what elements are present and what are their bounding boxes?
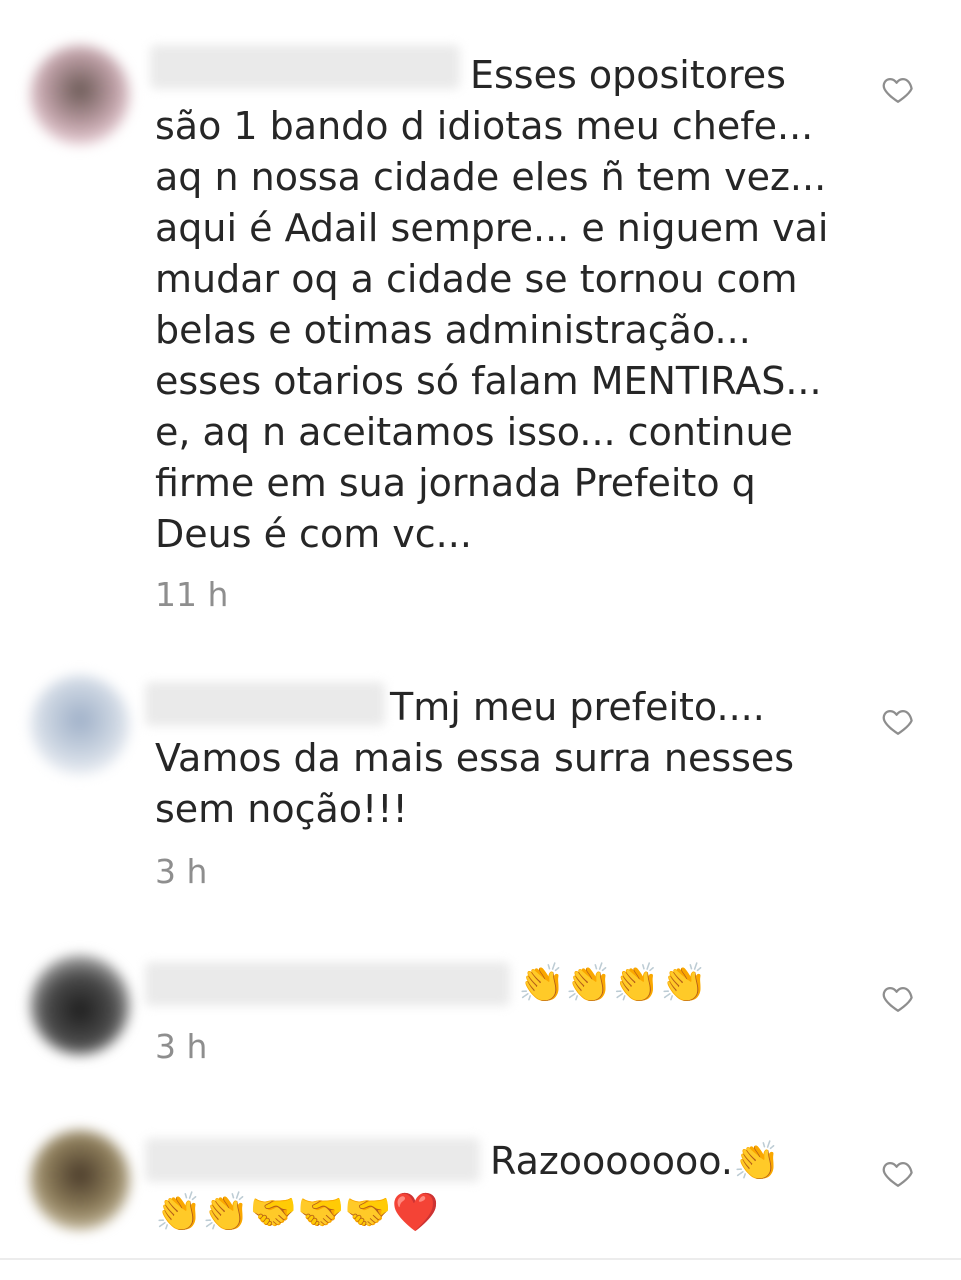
like-button[interactable] (881, 981, 915, 1015)
avatar[interactable] (30, 1130, 130, 1230)
comment-text: Razooooooo.👏👏👏🤝🤝🤝❤️ (155, 1139, 781, 1234)
comment-text: Tmj meu prefeito.... Vamos da mais essa … (155, 685, 795, 831)
like-button[interactable] (881, 704, 915, 738)
comment-text: Esses opositores são 1 bando d idiotas m… (155, 53, 829, 556)
comment-time: 11 h (155, 575, 229, 614)
avatar[interactable] (30, 45, 130, 145)
username-blurred[interactable] (145, 962, 510, 1006)
heart-outline-icon (882, 986, 913, 1012)
comment-time: 3 h (155, 1027, 208, 1066)
heart-outline-icon (882, 77, 913, 103)
like-button[interactable] (881, 1156, 915, 1190)
avatar[interactable] (30, 675, 130, 775)
comment-time: 3 h (155, 852, 208, 891)
heart-outline-icon (882, 709, 913, 735)
like-button[interactable] (881, 72, 915, 106)
comment-text: 👏👏👏👏 (518, 961, 708, 1005)
avatar[interactable] (30, 955, 130, 1055)
divider (0, 1258, 961, 1260)
heart-outline-icon (882, 1161, 913, 1187)
